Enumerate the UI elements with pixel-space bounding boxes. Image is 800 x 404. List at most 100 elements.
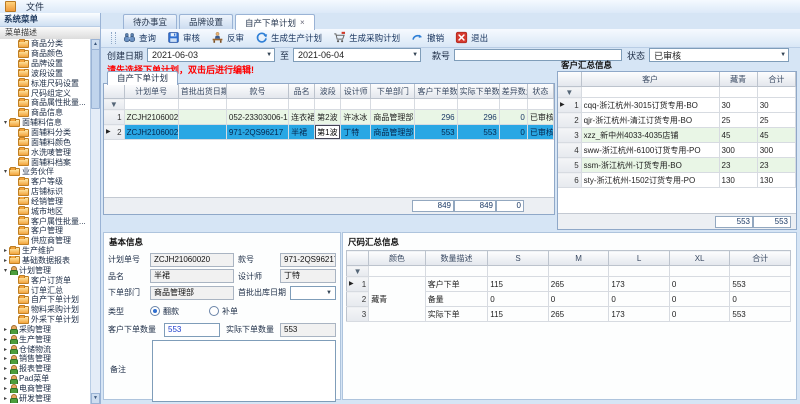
type-option2-label[interactable]: 补单 xyxy=(222,306,238,317)
customer-total-cell[interactable]: 300 xyxy=(757,143,795,158)
cell[interactable]: 丁特 xyxy=(341,125,371,140)
column-header-数量描述[interactable]: 数量描述 xyxy=(425,251,488,266)
cell[interactable]: 971-2QS96217 xyxy=(226,125,288,140)
chevron-closed-icon[interactable]: ▸ xyxy=(2,365,9,372)
row-indicator[interactable]: ▶1 xyxy=(347,277,369,292)
filter-cell[interactable] xyxy=(415,99,457,110)
row-indicator[interactable]: 3 xyxy=(347,307,369,322)
size-qty-cell[interactable]: 0 xyxy=(730,292,791,307)
toolbar-button-反审[interactable]: 反审 xyxy=(211,31,244,46)
customer-total-cell[interactable]: 130 xyxy=(757,173,795,188)
filter-cell[interactable] xyxy=(527,99,553,110)
column-header-客户下单数量[interactable]: 客户下单数量 xyxy=(415,84,457,99)
order-row-2[interactable]: ▶2ZCJH21060020971-2QS96217半裙第1波丁特商品管理部55… xyxy=(104,125,554,140)
tab-品牌设置[interactable]: 品牌设置 xyxy=(179,14,233,29)
product-field[interactable]: 半裙 xyxy=(150,269,234,283)
customer-name-cell[interactable]: xzz_新中州4033-4035店铺 xyxy=(581,128,719,143)
sidebar-item-计划管理[interactable]: ▾计划管理 xyxy=(0,265,91,275)
column-header-计划单号[interactable]: 计划单号 xyxy=(124,84,178,99)
row-indicator[interactable]: ▶1 xyxy=(558,98,581,113)
chevron-closed-icon[interactable]: ▸ xyxy=(2,326,9,333)
row-indicator[interactable]: 6 xyxy=(558,173,581,188)
filter-cell[interactable] xyxy=(669,266,730,277)
sidebar-item-标准尺码设置[interactable]: 标准尺码设置 xyxy=(0,78,91,88)
customer-name-cell[interactable]: sww-浙江杭州-6100订货专用-PO xyxy=(581,143,719,158)
cell[interactable]: 半裙 xyxy=(289,125,315,140)
sidebar-item-订单汇总[interactable]: 订单汇总 xyxy=(0,285,91,295)
toolbar-button-退出[interactable]: 退出 xyxy=(455,31,488,46)
filter-cell[interactable] xyxy=(719,87,757,98)
sidebar-item-尺码组定义[interactable]: 尺码组定义 xyxy=(0,88,91,98)
filter-cell[interactable] xyxy=(226,99,288,110)
column-header-S[interactable]: S xyxy=(488,251,549,266)
customer-total-cell[interactable]: 25 xyxy=(757,113,795,128)
remark-textarea[interactable] xyxy=(152,340,336,402)
sidebar-item-研发管理[interactable]: ▸研发管理 xyxy=(0,393,91,403)
chevron-open-icon[interactable]: ▾ xyxy=(2,119,9,126)
cell[interactable]: 商品管理部 xyxy=(371,110,415,125)
sidebar-item-生产管理[interactable]: ▸生产管理 xyxy=(0,334,91,344)
cust-qty-field[interactable]: 553 xyxy=(164,323,220,337)
sidebar-item-商品分类[interactable]: 商品分类 xyxy=(0,39,91,49)
filter-cell[interactable] xyxy=(499,99,527,110)
plan-no-field[interactable]: ZCJH21060020 xyxy=(150,253,234,267)
sidebar-item-仓储物流[interactable]: ▸仓储物流 xyxy=(0,344,91,354)
filter-cell[interactable] xyxy=(609,266,670,277)
sidebar-item-经销管理[interactable]: 经销管理 xyxy=(0,197,91,207)
sidebar-item-城市地区[interactable]: 城市地区 xyxy=(0,206,91,216)
tab-自产下单计划[interactable]: 自产下单计划× xyxy=(235,14,315,30)
column-header-合计[interactable]: 合计 xyxy=(757,72,795,87)
sidebar-item-采购管理[interactable]: ▸采购管理 xyxy=(0,324,91,334)
column-header-设计师[interactable]: 设计师 xyxy=(341,84,371,99)
customer-name-cell[interactable]: cqq-浙江杭州-3015订货专用-BO xyxy=(581,98,719,113)
chevron-closed-icon[interactable]: ▸ xyxy=(2,247,9,254)
menu-file[interactable]: 文件 xyxy=(21,0,49,13)
column-header-状态[interactable]: 状态 xyxy=(527,84,553,99)
cell[interactable]: 许冰冰 xyxy=(341,110,371,125)
customer-qty-cell[interactable]: 23 xyxy=(719,158,757,173)
filter-cell[interactable] xyxy=(425,266,488,277)
row-indicator[interactable]: 3 xyxy=(558,128,581,143)
cell[interactable]: 已审核 xyxy=(527,125,553,140)
sidebar-item-物料采购计划[interactable]: 物料采购计划 xyxy=(0,305,91,315)
column-header-差异数量[interactable]: 差异数量 xyxy=(499,84,527,99)
filter-cell[interactable] xyxy=(369,266,426,277)
date-from-combo[interactable]: 2021-06-03 ▼ xyxy=(147,48,275,62)
filter-cell[interactable] xyxy=(124,99,178,110)
cell[interactable]: 连衣裙 xyxy=(289,110,315,125)
sidebar-item-自产下单计划[interactable]: 自产下单计划 xyxy=(0,295,91,305)
size-qty-cell[interactable]: 0 xyxy=(488,292,549,307)
sidebar-item-商品信息[interactable]: 商品信息 xyxy=(0,108,91,118)
chevron-closed-icon[interactable]: ▸ xyxy=(2,375,9,382)
type-radio-reorder[interactable] xyxy=(209,306,219,316)
size-qty-cell[interactable]: 0 xyxy=(548,292,609,307)
row-indicator[interactable]: 2 xyxy=(558,113,581,128)
size-qty-cell[interactable]: 0 xyxy=(669,292,730,307)
filter-cell[interactable] xyxy=(457,99,499,110)
filter-funnel-icon[interactable]: ▼ xyxy=(558,87,581,98)
column-header-下单部门[interactable]: 下单部门 xyxy=(371,84,415,99)
tab-待办事宜[interactable]: 待办事宜 xyxy=(123,14,177,29)
toolbar-drag-handle[interactable] xyxy=(111,32,116,44)
size-qty-cell[interactable]: 173 xyxy=(609,277,670,292)
sidebar-item-Pad菜单[interactable]: ▸Pad菜单 xyxy=(0,374,91,384)
scroll-down-icon[interactable]: ▼ xyxy=(91,393,100,404)
cell[interactable]: 553 xyxy=(457,125,499,140)
column-header-款号[interactable]: 款号 xyxy=(226,84,288,99)
filter-cell[interactable] xyxy=(315,99,341,110)
sidebar-item-商品属性批量...[interactable]: 商品属性批量... xyxy=(0,98,91,108)
size-qty-cell[interactable]: 0 xyxy=(609,292,670,307)
column-header-M[interactable]: M xyxy=(548,251,609,266)
sidebar-item-业务伙伴[interactable]: ▾业务伙伴 xyxy=(0,167,91,177)
first-ship-combo[interactable]: ▼ xyxy=(290,286,336,300)
row-indicator[interactable]: 4 xyxy=(558,143,581,158)
style-no-field[interactable]: 971-2QS96217 xyxy=(280,253,336,267)
customer-name-cell[interactable]: sty-浙江杭州-1502订货专用-PO xyxy=(581,173,719,188)
cell[interactable] xyxy=(178,125,226,140)
cell[interactable]: 553 xyxy=(415,125,457,140)
sidebar-item-店铺标识[interactable]: 店铺标识 xyxy=(0,187,91,197)
sidebar-item-客户管理[interactable]: 客户管理 xyxy=(0,226,91,236)
size-qty-cell[interactable]: 0 xyxy=(669,277,730,292)
customer-row-2[interactable]: 2qjr-浙江杭州-清江订货专用-BO2525 xyxy=(558,113,796,128)
customer-total-cell[interactable]: 45 xyxy=(757,128,795,143)
